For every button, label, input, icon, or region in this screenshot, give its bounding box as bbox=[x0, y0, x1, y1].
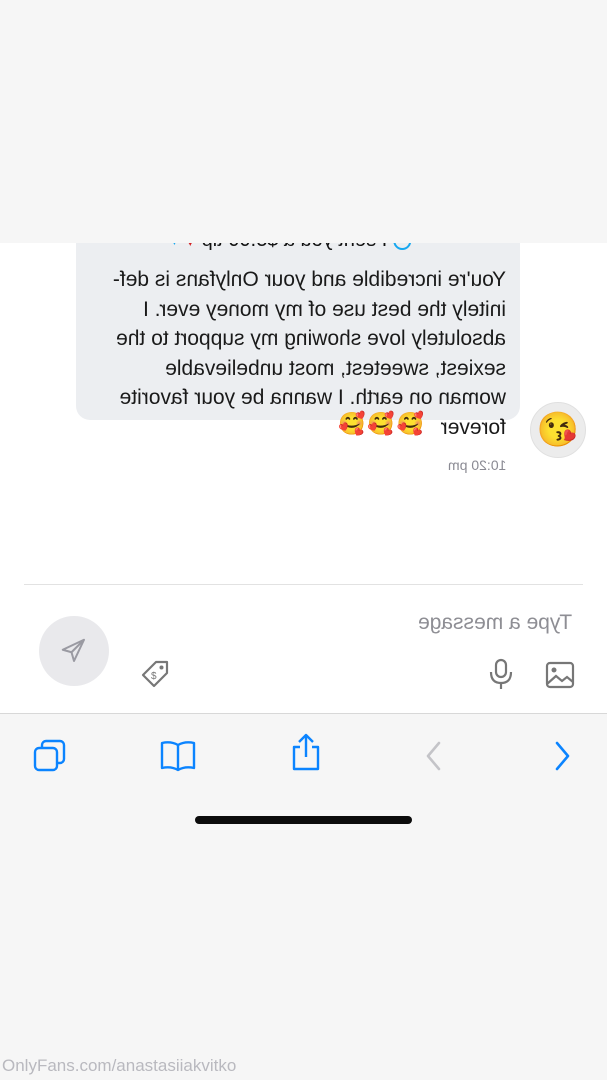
chevron-left-icon bbox=[426, 741, 441, 771]
forward-button[interactable] bbox=[542, 736, 582, 776]
microphone-button[interactable] bbox=[486, 657, 516, 691]
composer-divider bbox=[24, 584, 583, 585]
browser-toolbar bbox=[0, 713, 607, 1080]
tip-text: I sent you a $5.00 tip bbox=[202, 243, 388, 252]
send-icon bbox=[61, 638, 85, 662]
share-icon bbox=[292, 733, 320, 771]
chat-area: I sent you a $5.00 tip ♥ ♥ You're incred… bbox=[0, 243, 607, 713]
tip-notice: I sent you a $5.00 tip ♥ ♥ bbox=[170, 243, 500, 257]
message-text: You're incredible and your Onlyfans is d… bbox=[112, 268, 506, 439]
message-emojis: 🥰🥰🥰 bbox=[338, 411, 427, 436]
svg-text:$: $ bbox=[151, 671, 157, 682]
avatar[interactable]: 😘 bbox=[530, 402, 586, 458]
microphone-icon bbox=[489, 658, 513, 689]
message-text-block: You're incredible and your Onlyfans is d… bbox=[96, 265, 506, 442]
tip-tag-icon: $ bbox=[141, 660, 169, 688]
tabs-icon bbox=[33, 739, 66, 772]
bookmarks-button[interactable] bbox=[158, 736, 198, 776]
tip-circle-icon bbox=[393, 243, 412, 250]
top-blank-area bbox=[0, 0, 607, 243]
image-icon bbox=[545, 661, 575, 689]
image-button[interactable] bbox=[544, 660, 576, 690]
message-timestamp: 10:20 pm bbox=[448, 457, 507, 473]
tip-button[interactable]: $ bbox=[138, 657, 172, 691]
message-input[interactable]: Type a message bbox=[418, 611, 572, 635]
send-button[interactable] bbox=[39, 616, 109, 686]
blue-heart-icon: ♥ bbox=[170, 243, 179, 249]
tabs-button[interactable] bbox=[30, 736, 70, 776]
chevron-right-icon bbox=[555, 741, 570, 771]
red-heart-icon: ♥ bbox=[185, 243, 196, 251]
home-indicator[interactable] bbox=[195, 816, 412, 824]
share-button[interactable] bbox=[286, 732, 326, 772]
book-icon bbox=[160, 741, 196, 772]
watermark: OnlyFans.com/anastasiiakvitko bbox=[2, 1056, 237, 1075]
back-button[interactable] bbox=[414, 736, 454, 776]
